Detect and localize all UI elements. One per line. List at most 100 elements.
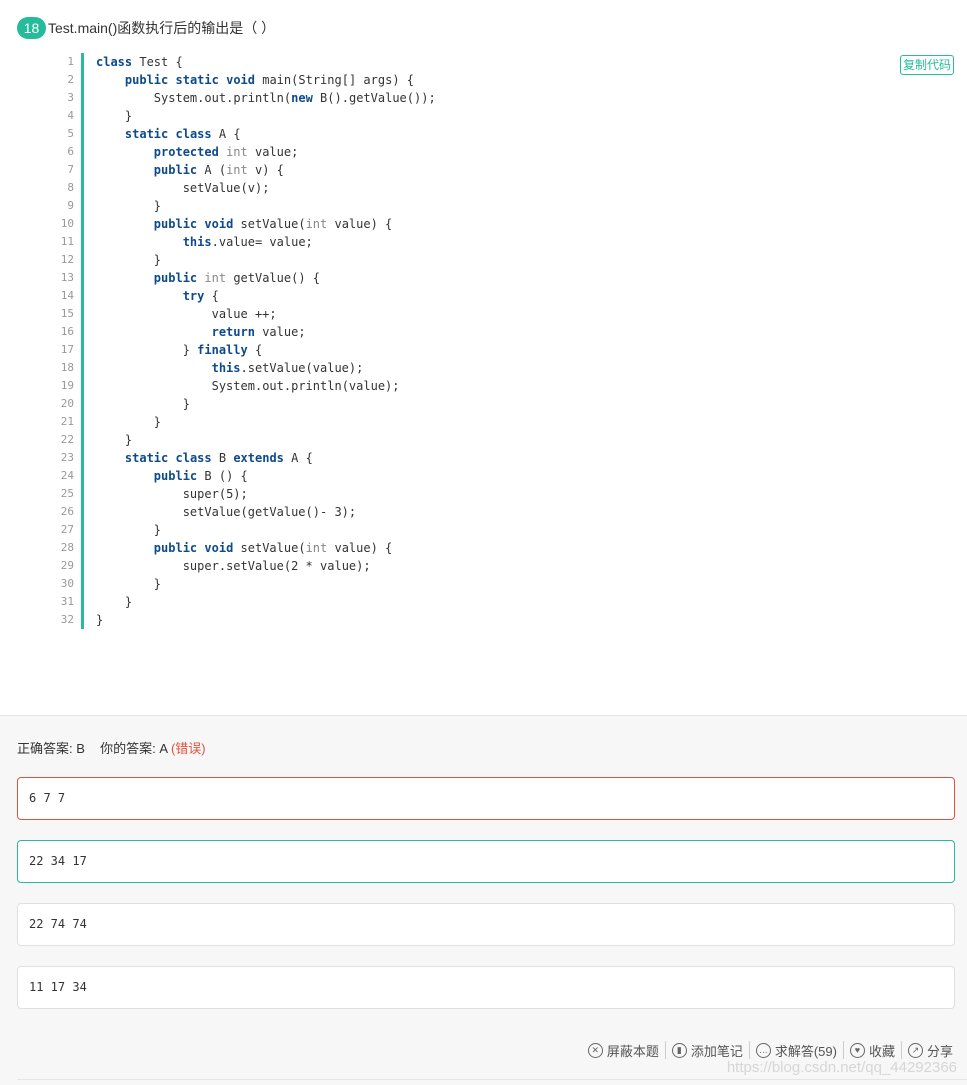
share-button[interactable]: ↗ 分享 [904,1041,957,1060]
question-toolbar: ✕ 屏蔽本题 ▮ 添加笔记 … 求解答(59) ♥ 收藏 ↗ 分享 [584,1040,957,1060]
book-icon: ▮ [671,1042,687,1058]
line-number: 31 [60,595,74,608]
line-number: 19 [60,379,74,392]
your-answer: 你的答案: A [100,741,168,756]
code-text: setValue(getValue()- 3); [182,505,357,519]
line-number: 16 [60,325,74,338]
line-number: 11 [60,235,74,248]
code-line: 21 } [0,413,900,431]
option-b[interactable]: 22 34 17 [17,840,955,883]
code-text: } [96,397,190,411]
code-line: 24 public B () { [0,467,900,485]
line-number: 6 [67,145,74,158]
code-block: 1 class Test {2 public static void main(S… [0,53,900,629]
code-text: } [96,433,133,447]
divider [17,1079,967,1080]
code-text: } [96,595,133,609]
code-text: System.out.println(value); [211,379,400,393]
code-text: System.out.println(new B().getValue()); [153,91,436,105]
code-text: } finally { [96,343,263,357]
code-text: } [96,613,104,627]
code-line: 5 static class A { [0,125,900,143]
line-number: 20 [60,397,74,410]
code-line: 11 this.value= value; [0,233,900,251]
code-text: value ++; [211,307,277,321]
ask-answer-label: 求解答(59) [774,1043,837,1059]
option-a[interactable]: 6 7 7 [17,777,955,820]
answer-result: 正确答案: B 你的答案: A (错误) [17,738,206,757]
code-text: setValue(v); [182,181,270,195]
code-line: 18 this.setValue(value); [0,359,900,377]
code-line: 19 System.out.println(value); [0,377,900,395]
code-line: 8 setValue(v); [0,179,900,197]
option-d[interactable]: 11 17 34 [17,966,955,1009]
code-line: 30 } [0,575,900,593]
code-line: 15 value ++; [0,305,900,323]
code-line: 27 } [0,521,900,539]
favorite-button[interactable]: ♥ 收藏 [846,1041,899,1060]
code-line: 32} [0,611,900,629]
line-number: 8 [67,181,74,194]
code-line: 20 } [0,395,900,413]
add-note-label: 添加笔记 [690,1043,743,1059]
line-number: 25 [60,487,74,500]
answer-status: (错误) [170,741,206,756]
code-line: 26 setValue(getValue()- 3); [0,503,900,521]
code-line: 10 public void setValue(int value) { [0,215,900,233]
line-number: 13 [60,271,74,284]
code-text: static class A { [124,127,241,141]
line-number: 1 [67,55,74,68]
line-number: 30 [60,577,74,590]
line-number: 32 [60,613,74,626]
code-text: static class B extends A { [124,451,313,465]
line-number: 7 [67,163,74,176]
code-text: } [96,523,162,537]
code-line: 12 } [0,251,900,269]
line-number: 23 [60,451,74,464]
line-number: 2 [67,73,74,86]
favorite-label: 收藏 [868,1043,895,1059]
code-text: public A (int v) { [153,163,284,177]
ask-answer-button[interactable]: … 求解答(59) [752,1041,841,1060]
code-text: return value; [211,325,306,339]
share-icon: ↗ [907,1042,923,1058]
close-circle-icon: ✕ [587,1042,603,1058]
code-text: public void setValue(int value) { [153,541,393,555]
option-c[interactable]: 22 74 74 [17,903,955,946]
question-number-badge: 18 [17,17,46,39]
code-line: 6 protected int value; [0,143,900,161]
code-line: 25 super(5); [0,485,900,503]
copy-code-button[interactable]: 复制代码 [900,55,954,75]
code-line: 7 public A (int v) { [0,161,900,179]
line-number: 3 [67,91,74,104]
code-line: 16 return value; [0,323,900,341]
code-text: super(5); [182,487,248,501]
block-question-button[interactable]: ✕ 屏蔽本题 [584,1041,663,1060]
line-number: 12 [60,253,74,266]
code-line: 14 try { [0,287,900,305]
line-number: 4 [67,109,74,122]
heart-icon: ♥ [849,1042,865,1058]
code-line: 4 } [0,107,900,125]
add-note-button[interactable]: ▮ 添加笔记 [668,1041,747,1060]
code-text: public void setValue(int value) { [153,217,393,231]
question-header: 18 Test.main()函数执行后的输出是（ ） [17,17,275,39]
line-number: 5 [67,127,74,140]
code-line: 28 public void setValue(int value) { [0,539,900,557]
line-number: 28 [60,541,74,554]
line-number: 9 [67,199,74,212]
share-label: 分享 [926,1043,953,1059]
line-number: 24 [60,469,74,482]
code-text: public static void main(String[] args) { [124,73,415,87]
code-text: public int getValue() { [153,271,321,285]
code-text: this.value= value; [182,235,313,249]
correct-answer: 正确答案: B [17,741,85,756]
code-text: } [96,109,133,123]
line-number: 26 [60,505,74,518]
code-text: try { [182,289,219,303]
code-text: } [96,253,162,267]
code-line: 31 } [0,593,900,611]
line-number: 18 [60,361,74,374]
code-text: } [96,199,162,213]
code-line: 29 super.setValue(2 * value); [0,557,900,575]
